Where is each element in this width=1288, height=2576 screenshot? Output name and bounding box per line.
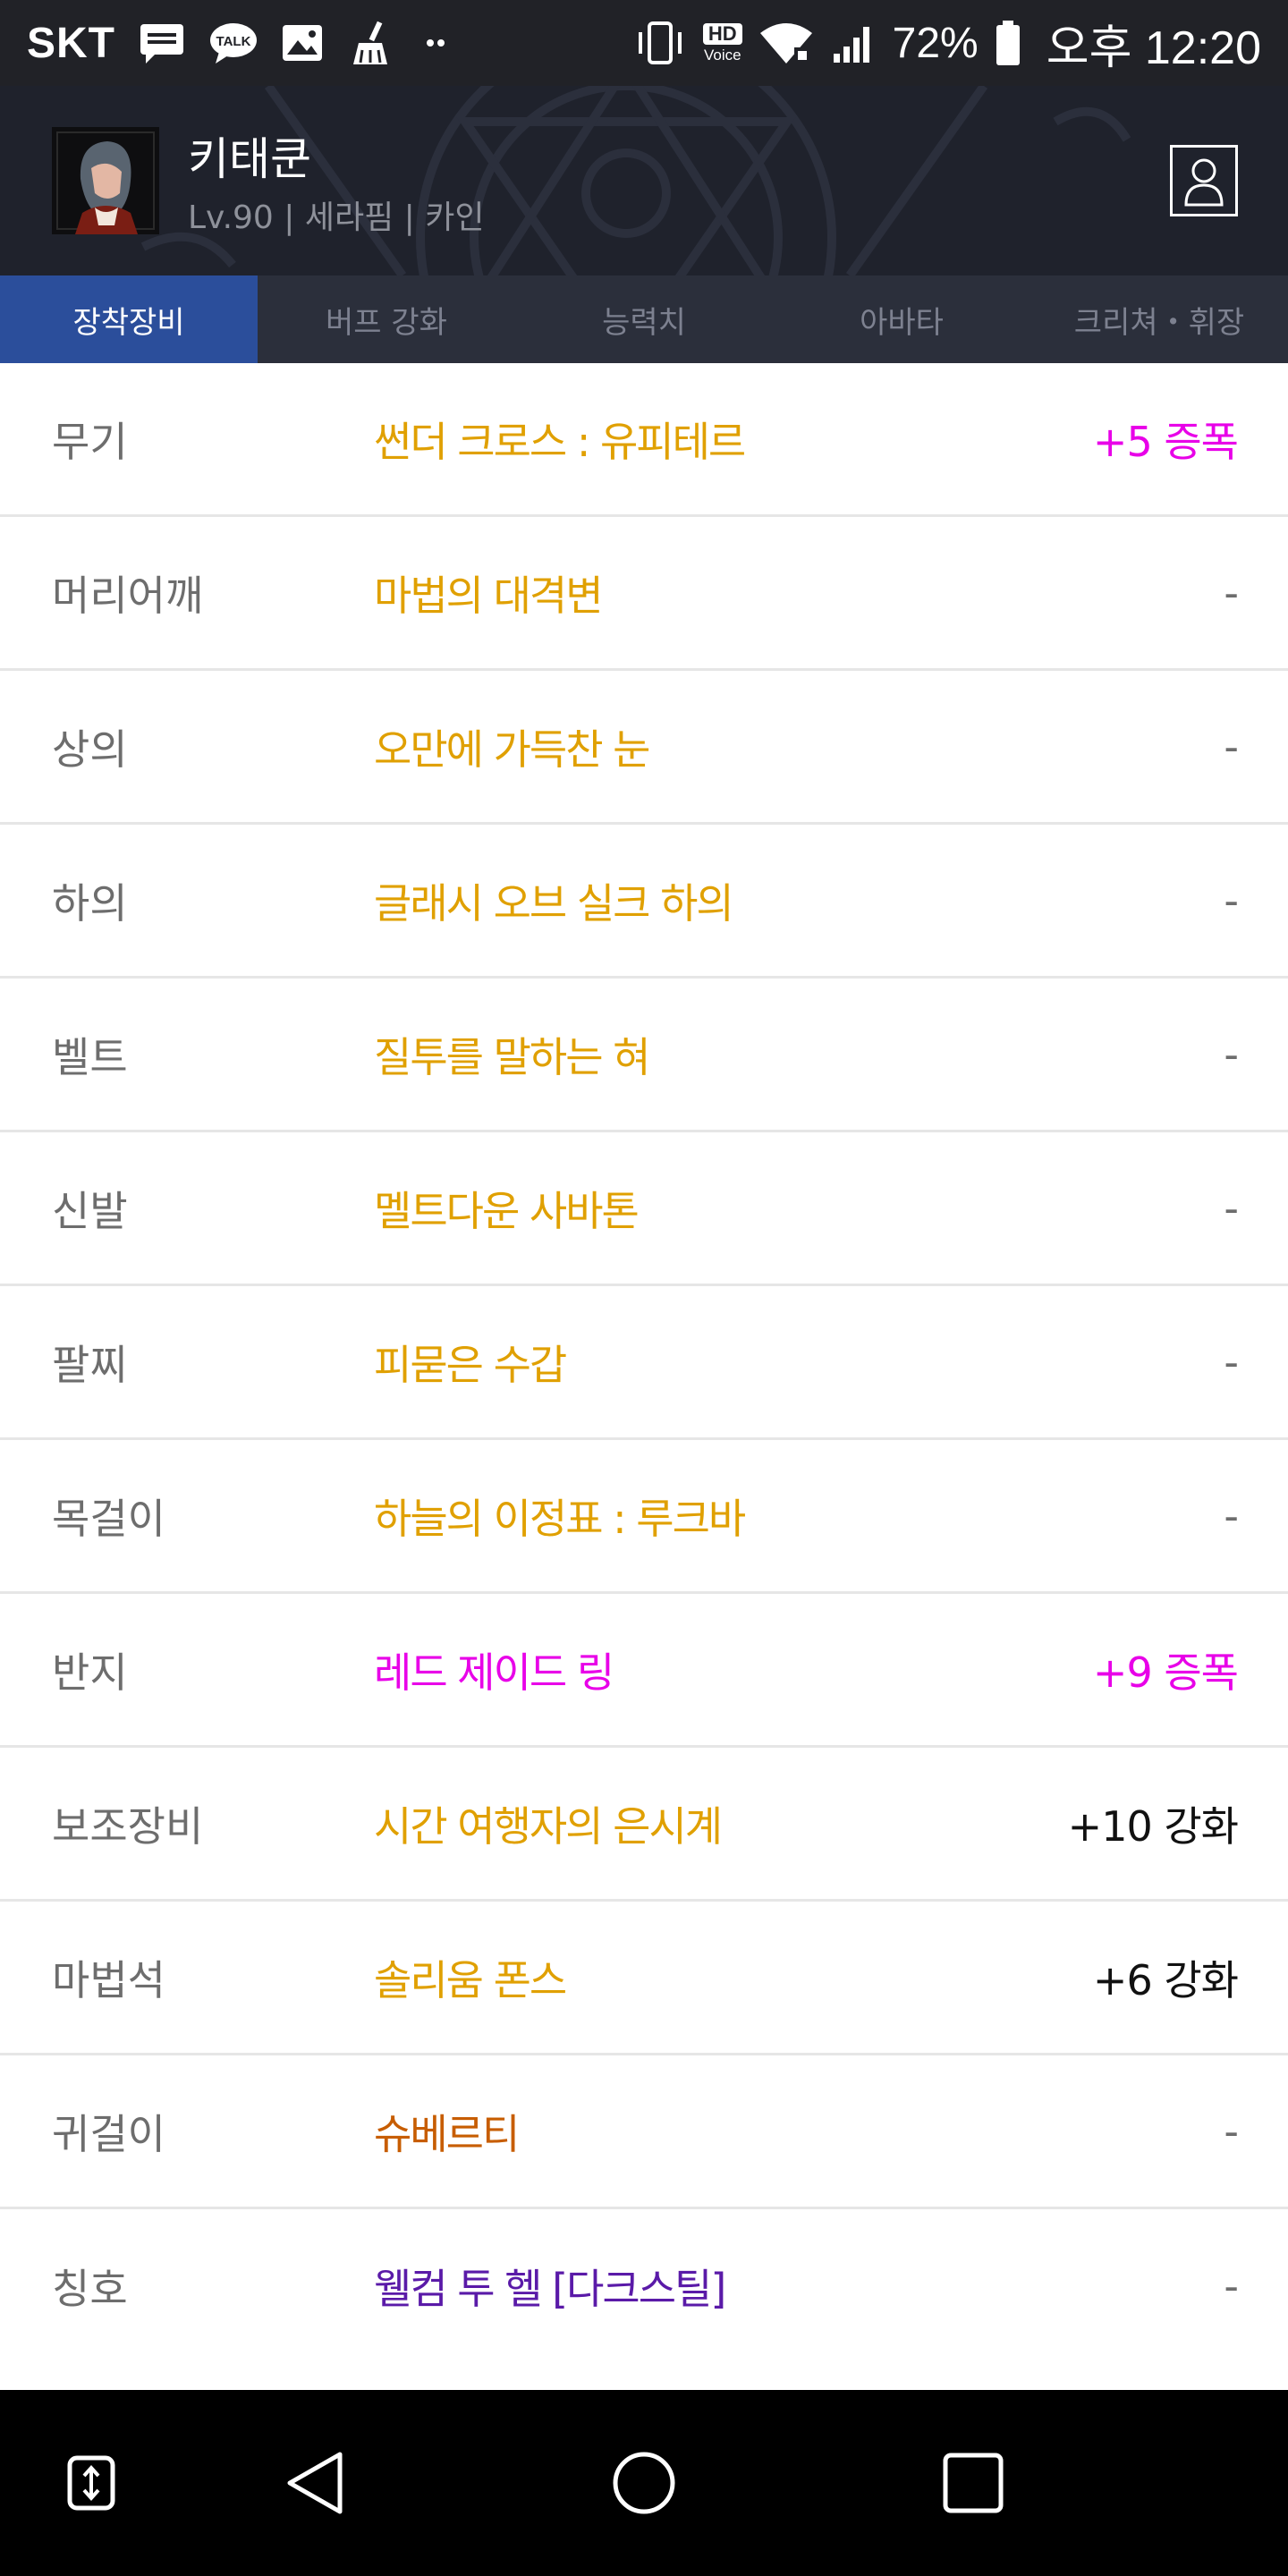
item-name: 하늘의 이정표 : 루크바: [374, 1494, 746, 1543]
profile-header: 키태쿤 Lv.90 | 세라핌 | 카인: [0, 86, 1288, 275]
enhancement-value: +10 강화: [1067, 1801, 1239, 1851]
item-name: 솔리움 폰스: [374, 1955, 567, 2004]
back-button[interactable]: [259, 2390, 370, 2576]
equipment-row[interactable]: 무기 썬더 크로스 : 유피테르 +5 증폭: [0, 363, 1288, 517]
equipment-row[interactable]: 벨트 질투를 말하는 혀 -: [0, 979, 1288, 1132]
vibrate-icon: [633, 20, 687, 66]
enhancement-value: +6 강화: [1092, 1955, 1239, 2004]
hd-label: HD: [702, 23, 742, 45]
character-avatar: [52, 127, 159, 234]
tab-bar: 장착장비 버프 강화 능력치 아바타 크리쳐・휘장: [0, 275, 1288, 363]
item-name: 썬더 크로스 : 유피테르: [374, 417, 746, 466]
app-switch-button[interactable]: [36, 2390, 147, 2576]
home-button[interactable]: [589, 2390, 699, 2576]
enhancement-value: -: [1224, 1030, 1239, 1079]
item-name: 레드 제이드 링: [374, 1648, 614, 1697]
slot-label: 귀걸이: [52, 2109, 165, 2158]
tab-equipped-gear[interactable]: 장착장비: [0, 275, 258, 363]
equipment-row[interactable]: 보조장비 시간 여행자의 은시계 +10 강화: [0, 1748, 1288, 1902]
profile-card-button[interactable]: [1170, 145, 1238, 216]
slot-label: 머리어깨: [52, 571, 204, 620]
recents-button[interactable]: [918, 2390, 1029, 2576]
hd-voice-icon: HD Voice: [702, 23, 742, 64]
slot-label: 벨트: [52, 1032, 128, 1081]
item-name: 시간 여행자의 은시계: [374, 1801, 723, 1851]
equipment-row[interactable]: 칭호 웰컴 투 헬 [다크스틸] -: [0, 2209, 1288, 2363]
enhancement-value: +9 증폭: [1092, 1648, 1239, 1697]
equipment-list: 무기 썬더 크로스 : 유피테르 +5 증폭 머리어깨 마법의 대격변 - 상의…: [0, 363, 1288, 2363]
slot-label: 하의: [52, 878, 128, 928]
item-name: 마법의 대격변: [374, 571, 604, 620]
item-name: 글래시 오브 실크 하의: [374, 878, 734, 928]
slot-label: 보조장비: [52, 1801, 204, 1851]
more-dots-icon: [418, 34, 453, 52]
character-meta: Lv.90 | 세라핌 | 카인: [188, 199, 485, 236]
tab-avatar[interactable]: 아바타: [773, 275, 1030, 363]
wifi-icon: [758, 21, 814, 65]
tab-buff-enhance[interactable]: 버프 강화: [258, 275, 515, 363]
equipment-row[interactable]: 마법석 솔리움 폰스 +6 강화: [0, 1902, 1288, 2055]
status-bar: SKT TALK HD Voice 72% 오후 12:20: [0, 0, 1288, 86]
navigation-bar: [0, 2390, 1288, 2576]
enhancement-value: -: [1224, 2262, 1239, 2310]
tab-creature-emblem[interactable]: 크리쳐・휘장: [1030, 275, 1288, 363]
item-name: 피묻은 수갑: [374, 1340, 567, 1389]
equipment-row[interactable]: 하의 글래시 오브 실크 하의 -: [0, 825, 1288, 979]
enhancement-value: -: [1224, 2106, 1239, 2156]
item-name: 슈베르티: [374, 2109, 520, 2158]
clock: 오후 12:20: [1046, 21, 1261, 74]
app-switch-icon: [67, 2455, 115, 2511]
equipment-row[interactable]: 반지 레드 제이드 링 +9 증폭: [0, 1594, 1288, 1748]
slot-label: 팔찌: [52, 1340, 128, 1389]
equipment-row[interactable]: 신발 멜트다운 사바톤 -: [0, 1132, 1288, 1286]
equipment-row[interactable]: 머리어깨 마법의 대격변 -: [0, 517, 1288, 671]
slot-label: 상의: [52, 724, 128, 774]
image-icon: [282, 24, 323, 62]
cleaner-icon: [346, 20, 394, 66]
message-icon: [139, 22, 185, 64]
slot-label: 칭호: [52, 2265, 128, 2313]
profile-card-icon: [1184, 158, 1224, 207]
enhancement-value: +5 증폭: [1092, 417, 1239, 466]
signal-icon: [830, 21, 877, 64]
slot-label: 마법석: [52, 1955, 165, 2004]
carrier-label: SKT: [27, 19, 115, 67]
equipment-row[interactable]: 목걸이 하늘의 이정표 : 루크바 -: [0, 1440, 1288, 1594]
item-name: 멜트다운 사바톤: [374, 1186, 640, 1235]
enhancement-value: -: [1224, 1183, 1239, 1233]
item-name: 질투를 말하는 혀: [374, 1032, 650, 1081]
battery-icon: [995, 20, 1021, 66]
item-name: 웰컴 투 헬 [다크스틸]: [374, 2265, 726, 2313]
enhancement-value: -: [1224, 1491, 1239, 1540]
home-icon: [613, 2452, 675, 2514]
enhancement-value: -: [1224, 1337, 1239, 1386]
equipment-row[interactable]: 귀걸이 슈베르티 -: [0, 2055, 1288, 2209]
character-name: 키태쿤: [188, 133, 311, 185]
recents-icon: [943, 2453, 1004, 2513]
battery-percentage: 72%: [892, 19, 979, 67]
tab-stats[interactable]: 능력치: [515, 275, 773, 363]
equipment-row[interactable]: 팔찌 피묻은 수갑 -: [0, 1286, 1288, 1440]
slot-label: 신발: [52, 1186, 128, 1235]
item-name: 오만에 가득찬 눈: [374, 724, 650, 774]
enhancement-value: -: [1224, 568, 1239, 617]
slot-label: 반지: [52, 1648, 128, 1697]
slot-label: 무기: [52, 417, 128, 466]
enhancement-value: -: [1224, 722, 1239, 771]
enhancement-value: -: [1224, 876, 1239, 925]
kakaotalk-icon: TALK: [208, 21, 258, 64]
equipment-row[interactable]: 상의 오만에 가득찬 눈 -: [0, 671, 1288, 825]
back-icon: [287, 2452, 343, 2514]
slot-label: 목걸이: [52, 1494, 165, 1543]
voice-label: Voice: [703, 47, 741, 64]
kakaotalk-talk-label: TALK: [216, 34, 251, 49]
